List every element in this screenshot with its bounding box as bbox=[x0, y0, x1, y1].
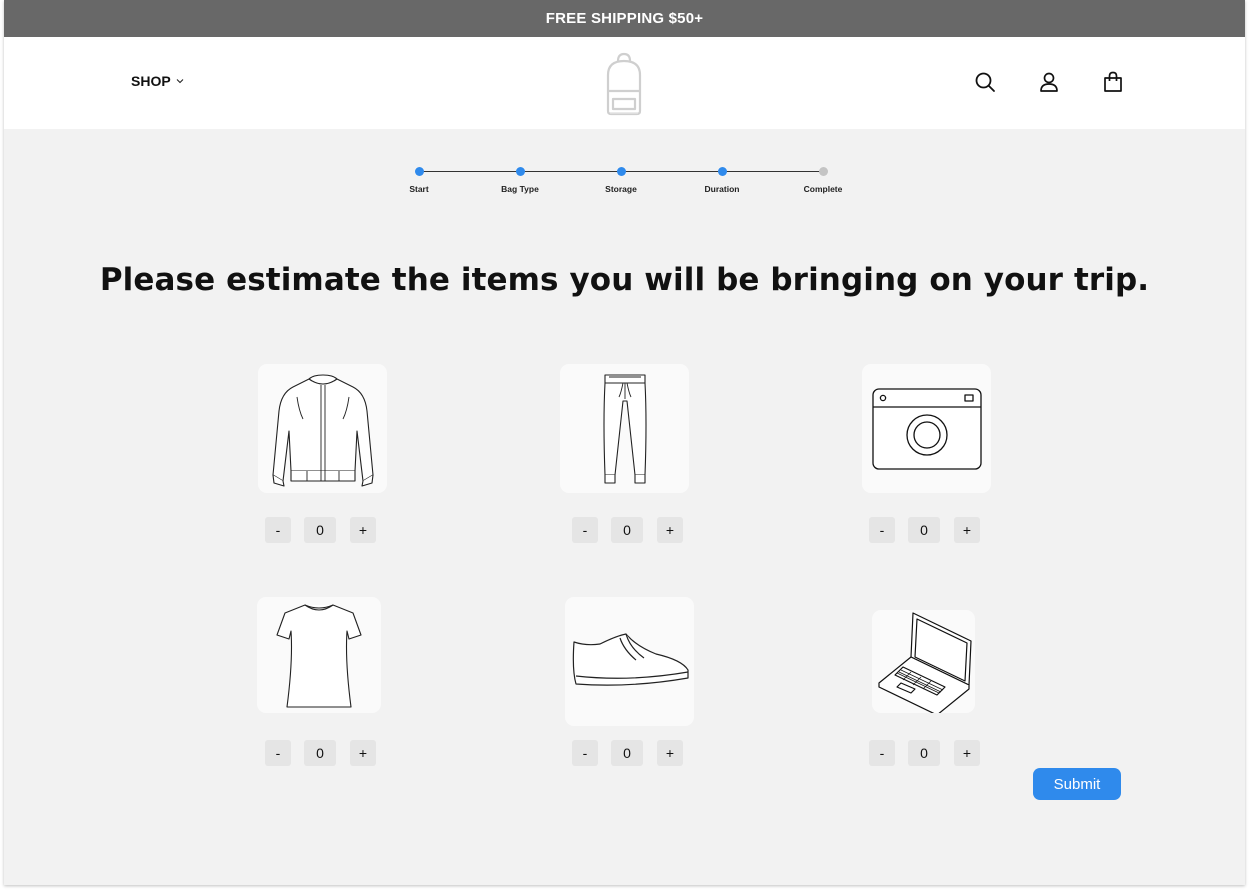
item-card-pants bbox=[560, 364, 689, 493]
shopping-bag-icon[interactable] bbox=[1101, 70, 1125, 94]
page-title: Please estimate the items you will be br… bbox=[99, 262, 1150, 298]
quantity-input[interactable] bbox=[611, 740, 643, 766]
quantity-stepper-jacket: - + bbox=[265, 517, 376, 543]
decrement-button[interactable]: - bbox=[265, 740, 291, 766]
laptop-icon bbox=[877, 611, 972, 713]
quantity-stepper-shoe: - + bbox=[572, 740, 683, 766]
increment-button[interactable]: + bbox=[954, 740, 980, 766]
step-dot-complete bbox=[515, 167, 525, 176]
step-dot-complete bbox=[414, 167, 424, 176]
step-storage: Storage bbox=[581, 167, 661, 194]
shoe-icon bbox=[572, 632, 689, 686]
search-icon[interactable] bbox=[973, 70, 997, 94]
pants-icon bbox=[602, 373, 647, 484]
step-dot-complete bbox=[616, 167, 626, 176]
item-card-tshirt bbox=[257, 597, 381, 713]
quantity-stepper-laptop: - + bbox=[869, 740, 980, 766]
promo-text: FREE SHIPPING $50+ bbox=[545, 10, 704, 27]
step-label: Complete bbox=[803, 184, 843, 194]
decrement-button[interactable]: - bbox=[869, 517, 895, 543]
step-label: Bag Type bbox=[501, 184, 539, 194]
increment-button[interactable]: + bbox=[350, 740, 376, 766]
step-dot-incomplete bbox=[818, 167, 828, 176]
increment-button[interactable]: + bbox=[350, 517, 376, 543]
step-start: Start bbox=[379, 167, 459, 194]
increment-button[interactable]: + bbox=[954, 517, 980, 543]
decrement-button[interactable]: - bbox=[572, 740, 598, 766]
tshirt-icon bbox=[276, 604, 362, 708]
decrement-button[interactable]: - bbox=[265, 517, 291, 543]
shop-menu[interactable]: SHOP bbox=[131, 73, 184, 89]
promo-banner: FREE SHIPPING $50+ bbox=[4, 0, 1245, 37]
chevron-down-icon bbox=[176, 76, 184, 86]
camera-icon bbox=[871, 387, 982, 470]
step-label: Start bbox=[409, 184, 429, 194]
page-frame: FREE SHIPPING $50+ SHOP Start Bag Type S… bbox=[4, 0, 1245, 885]
step-dot-complete bbox=[717, 167, 727, 176]
item-card-jacket bbox=[258, 364, 387, 493]
decrement-button[interactable]: - bbox=[572, 517, 598, 543]
quantity-input[interactable] bbox=[304, 740, 336, 766]
step-complete: Complete bbox=[783, 167, 863, 194]
quantity-input[interactable] bbox=[908, 740, 940, 766]
increment-button[interactable]: + bbox=[657, 740, 683, 766]
site-header: SHOP bbox=[4, 37, 1245, 129]
quantity-stepper-tshirt: - + bbox=[265, 740, 376, 766]
submit-button[interactable]: Submit bbox=[1033, 768, 1121, 800]
quantity-input[interactable] bbox=[304, 517, 336, 543]
increment-button[interactable]: + bbox=[657, 517, 683, 543]
step-label: Duration bbox=[704, 184, 740, 194]
backpack-logo[interactable] bbox=[600, 51, 648, 117]
step-duration: Duration bbox=[682, 167, 762, 194]
step-label: Storage bbox=[605, 184, 637, 194]
account-icon[interactable] bbox=[1037, 70, 1061, 94]
step-bag-type: Bag Type bbox=[480, 167, 560, 194]
item-card-shoe bbox=[565, 597, 694, 726]
jacket-icon bbox=[271, 373, 374, 487]
decrement-button[interactable]: - bbox=[869, 740, 895, 766]
quantity-stepper-pants: - + bbox=[572, 517, 683, 543]
shop-label: SHOP bbox=[131, 73, 171, 89]
item-card-camera bbox=[862, 364, 991, 493]
item-card-laptop bbox=[872, 610, 975, 713]
quantity-input[interactable] bbox=[611, 517, 643, 543]
progress-steps: Start Bag Type Storage Duration Complete bbox=[404, 160, 844, 200]
quantity-input[interactable] bbox=[908, 517, 940, 543]
quantity-stepper-camera: - + bbox=[869, 517, 980, 543]
